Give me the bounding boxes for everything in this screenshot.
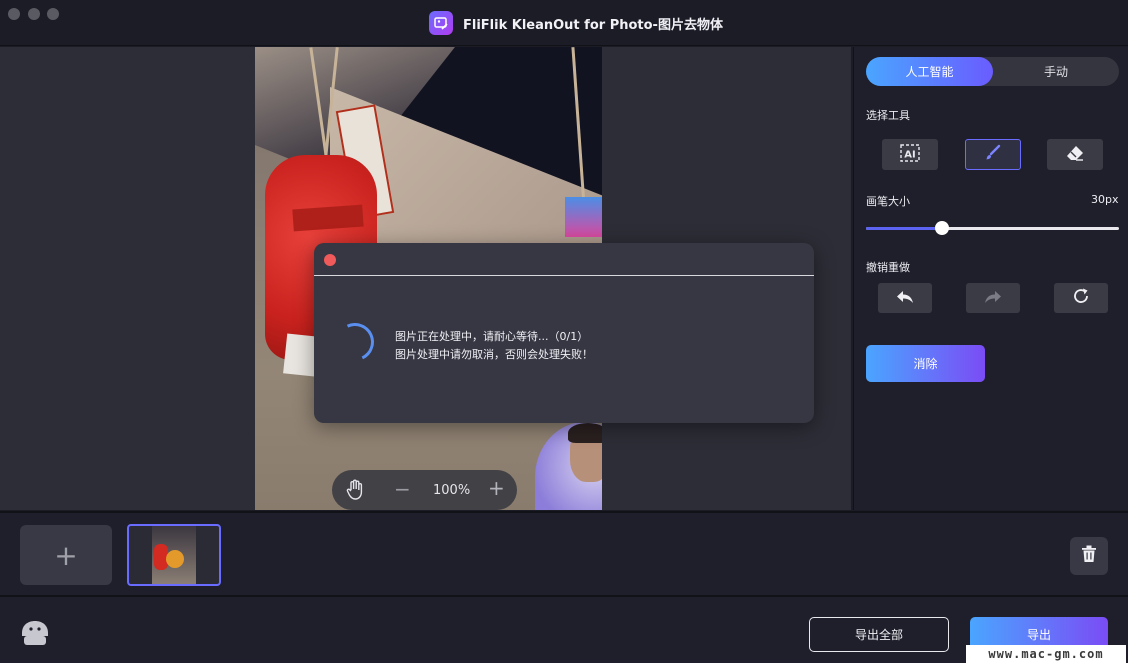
ai-select-icon: AI: [900, 143, 920, 166]
eraser-tool-button[interactable]: [1047, 139, 1103, 170]
reset-button[interactable]: [1054, 283, 1108, 313]
thumbnail-detail: [166, 550, 184, 568]
processing-message: 图片正在处理中，请耐心等待...（0/1）: [395, 330, 589, 343]
redo-icon: [984, 289, 1002, 308]
feedback-icon[interactable]: [18, 615, 52, 649]
window-zoom-button[interactable]: [47, 8, 59, 20]
zoom-in-button[interactable]: +: [488, 476, 505, 500]
brush-size-slider-handle[interactable]: [934, 221, 949, 235]
dialog-close-button[interactable]: [324, 254, 336, 266]
window-close-button[interactable]: [8, 8, 20, 20]
ai-select-tool-button[interactable]: AI: [882, 139, 938, 170]
brush-size-value: 30px: [1091, 193, 1119, 206]
window-title: FliFlik KleanOut for Photo-图片去物体: [463, 18, 723, 33]
zoom-out-button[interactable]: −: [394, 477, 411, 501]
brush-icon: [984, 144, 1002, 166]
reset-icon: [1072, 287, 1090, 309]
hand-pan-icon[interactable]: [345, 479, 365, 501]
watermark: www.mac-gm.com: [966, 645, 1126, 663]
delete-image-button[interactable]: [1070, 537, 1108, 575]
brush-size-slider[interactable]: [866, 227, 1119, 230]
tab-ai[interactable]: 人工智能: [866, 57, 993, 86]
zoom-toolbar: − 100% +: [332, 470, 517, 510]
title-bar: FliFlik KleanOut for Photo-图片去物体: [0, 0, 1128, 46]
trash-icon: [1081, 545, 1097, 567]
svg-text:AI: AI: [904, 149, 915, 160]
brush-size-slider-fill: [866, 227, 942, 230]
undo-redo-label: 撤销重做: [866, 261, 910, 274]
brush-tool-button[interactable]: [965, 139, 1021, 170]
image-thumbnail[interactable]: [127, 524, 221, 586]
mode-switch: 人工智能 手动: [866, 57, 1119, 86]
dialog-divider: [314, 275, 814, 276]
bottom-bar: 导出全部 导出 www.mac-gm.com: [0, 595, 1128, 663]
add-image-button[interactable]: +: [20, 525, 112, 585]
photo-person-hair: [568, 423, 602, 443]
processing-warning: 图片处理中请勿取消，否则会处理失败！: [395, 348, 593, 361]
thumbnail-strip: +: [0, 511, 1128, 595]
select-tool-label: 选择工具: [866, 109, 910, 122]
export-all-button[interactable]: 导出全部: [809, 617, 949, 652]
window-minimize-button[interactable]: [28, 8, 40, 20]
eraser-icon: [1066, 145, 1084, 165]
loading-spinner-icon: [330, 317, 380, 367]
processing-dialog: 图片正在处理中，请耐心等待...（0/1） 图片处理中请勿取消，否则会处理失败！: [314, 243, 814, 423]
brush-size-label: 画笔大小: [866, 195, 910, 208]
tools-panel: 人工智能 手动 选择工具 AI 画笔大小 30px 撤销重做 消除: [853, 47, 1128, 510]
zoom-level: 100%: [433, 483, 471, 498]
undo-icon: [896, 289, 914, 308]
redo-button[interactable]: [966, 283, 1020, 313]
tab-manual[interactable]: 手动: [993, 57, 1119, 86]
undo-button[interactable]: [878, 283, 932, 313]
erase-button[interactable]: 消除: [866, 345, 985, 382]
photo-hanging-card: [565, 197, 602, 237]
plus-icon: +: [54, 538, 78, 572]
app-logo-icon: [429, 11, 453, 35]
